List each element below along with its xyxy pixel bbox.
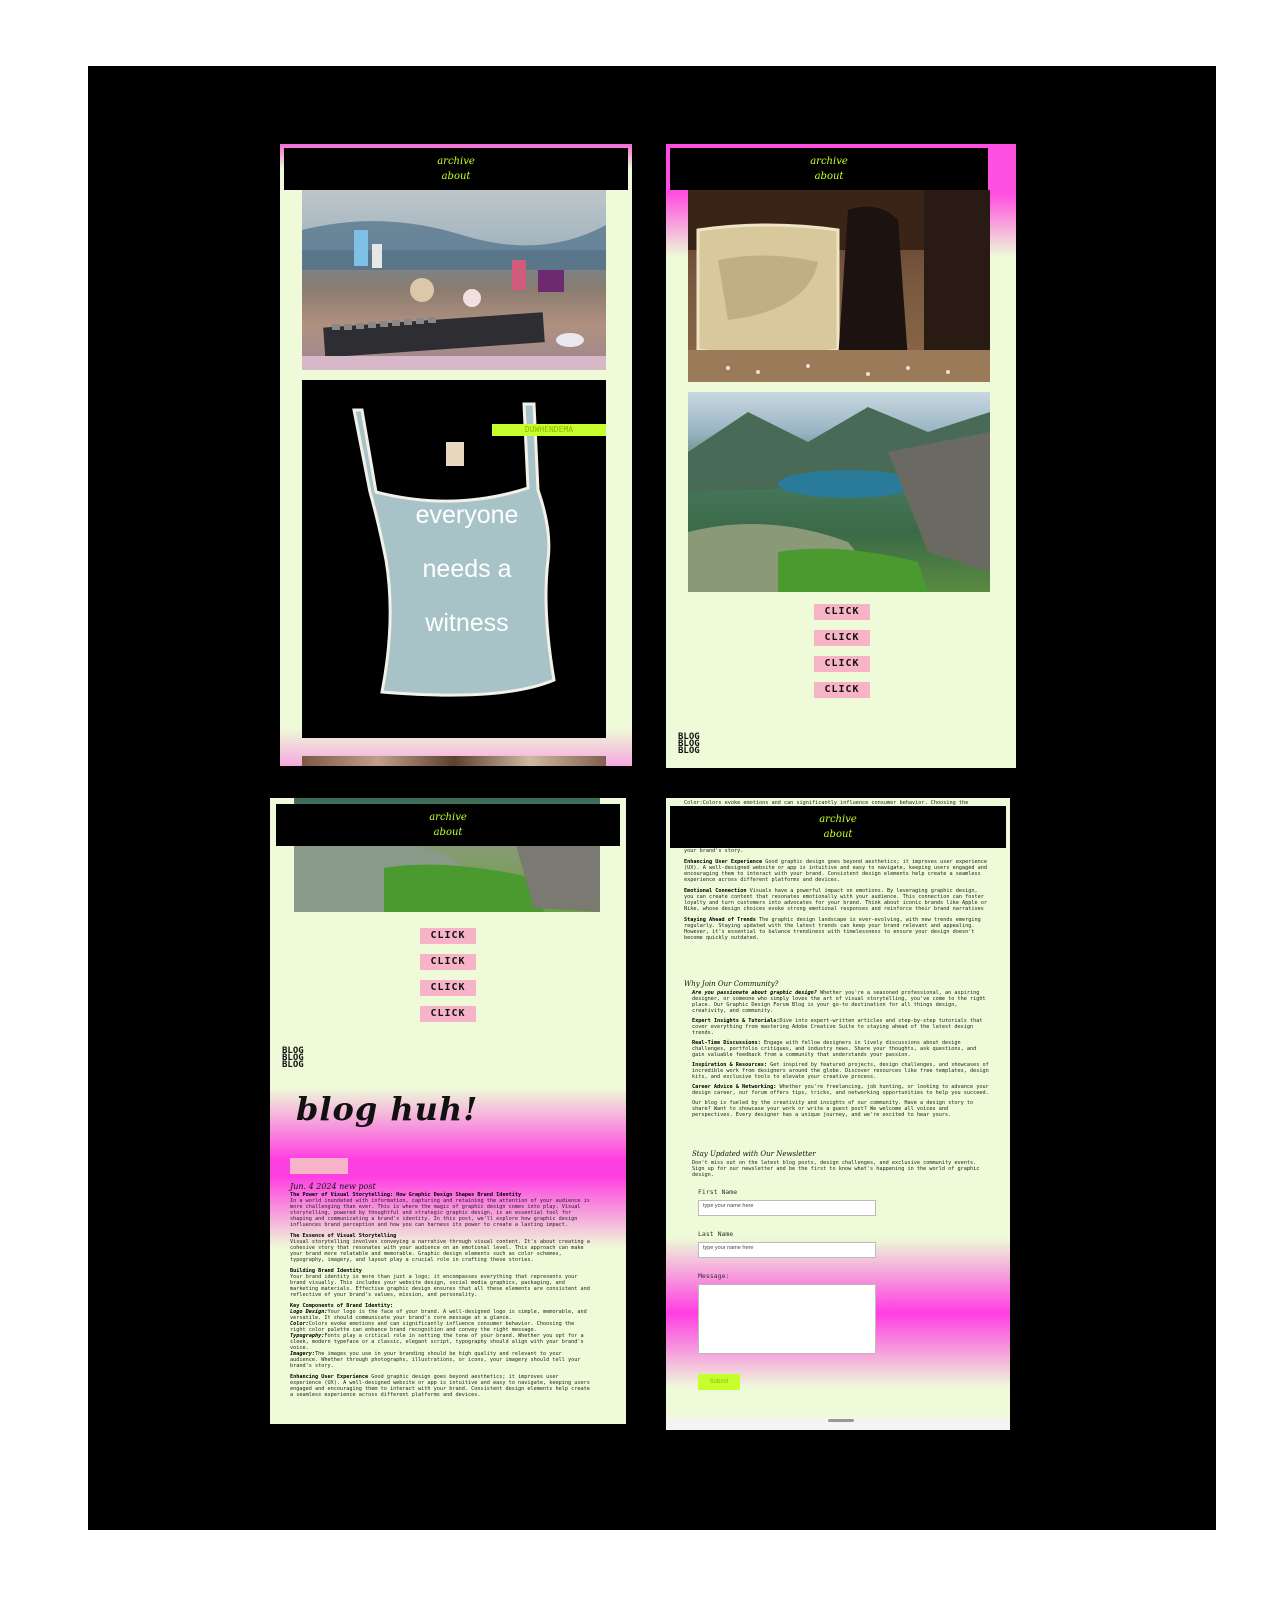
screenshot-panel-2: archive about CLICK CLICK CLICK CLICK BL… [666, 144, 1016, 768]
last-name-input[interactable]: type your name here [698, 1242, 876, 1258]
scroll-indicator[interactable] [828, 1419, 854, 1422]
top-nav: archive about [284, 148, 628, 190]
blog-stack-line: BLOG [282, 1060, 304, 1070]
nav-archive-link[interactable]: archive [670, 812, 1006, 827]
click-button-2[interactable]: CLICK [420, 954, 476, 970]
section-text: Your brand identity is more than just a … [290, 1274, 590, 1298]
nav-about-link[interactable]: about [276, 825, 620, 840]
screenshot-panel-1: archive about DUWHENDEMA everyone needs … [280, 144, 632, 766]
mountain-lake-photo [688, 392, 990, 592]
item-text: The images you use in your branding shou… [290, 1351, 581, 1369]
tank-tag-label: DUWHENDEMA [524, 425, 574, 434]
shirt-text-line-2: needs a [422, 555, 512, 583]
click-button-3[interactable]: CLICK [420, 980, 476, 996]
post-body: The Power of Visual Storytelling: How Gr… [290, 1192, 590, 1398]
first-name-label: First Name [698, 1188, 738, 1196]
nav-archive-link[interactable]: archive [670, 154, 988, 169]
post-intro: In a world inundated with information, c… [290, 1198, 590, 1228]
fueled-text: Our blog is fueled by the creativity and… [692, 1100, 974, 1118]
top-nav: archive about [276, 804, 620, 846]
message-textarea[interactable] [698, 1284, 876, 1354]
click-button-4[interactable]: CLICK [814, 682, 870, 698]
item-text: Fonts play a critical role in setting th… [290, 1333, 584, 1351]
why-join-heading: Why Join Our Community? [684, 980, 779, 988]
click-button-1[interactable]: CLICK [420, 928, 476, 944]
newsletter-heading: Stay Updated with Our Newsletter [692, 1150, 816, 1158]
bathtub-photo [688, 190, 990, 382]
story-line: your brand's story. [684, 848, 744, 854]
blog-stack-logo[interactable]: BLOG BLOG BLOG [282, 1047, 304, 1070]
submit-button[interactable]: Submit [698, 1374, 740, 1390]
nav-about-link[interactable]: about [670, 827, 1006, 842]
click-button-1[interactable]: CLICK [814, 604, 870, 620]
message-label: Message: [698, 1272, 730, 1280]
shirt-text-line-1: everyone [415, 501, 519, 529]
desk-clutter-photo [302, 190, 606, 370]
canvas-background [88, 66, 1216, 1530]
next-photo-edge [302, 756, 606, 766]
last-name-label: Last Name [698, 1230, 734, 1238]
screenshot-panel-4: Color:Colors evoke emotions and can sign… [666, 798, 1010, 1430]
click-button-4[interactable]: CLICK [420, 1006, 476, 1022]
article-text: your brand's story. Enhancing User Exper… [684, 848, 990, 941]
nav-archive-link[interactable]: archive [276, 810, 620, 825]
community-text: Are you passionate about graphic design?… [692, 990, 990, 1118]
tank-top-photo: DUWHENDEMA everyone needs a witness [302, 380, 606, 738]
newsletter-text: Don't miss out on the latest blog posts,… [692, 1160, 980, 1178]
blog-stack-logo[interactable]: BLOG BLOG BLOG [678, 733, 700, 756]
nav-archive-link[interactable]: archive [284, 154, 628, 169]
nav-about-link[interactable]: about [670, 169, 988, 184]
blog-stack-line: BLOG [678, 746, 700, 756]
click-button-3[interactable]: CLICK [814, 656, 870, 672]
section-text: Visual storytelling involves conveying a… [290, 1239, 590, 1263]
blog-heading: blog huh! [296, 1090, 479, 1128]
shirt-text-line-3: witness [425, 609, 509, 637]
post-date: Jun. 4 2024 new post [290, 1182, 376, 1191]
item-text: Colors evoke emotions and can significan… [290, 1321, 575, 1333]
click-button-2[interactable]: CLICK [814, 630, 870, 646]
first-name-input[interactable]: type your name here [698, 1200, 876, 1216]
top-nav: archive about [670, 806, 1006, 848]
screenshot-panel-3: archive about CLICK CLICK CLICK CLICK BL… [270, 798, 626, 1424]
item-text: Your logo is the face of your brand. A w… [290, 1309, 587, 1321]
top-nav: archive about [670, 148, 988, 190]
nav-about-link[interactable]: about [284, 169, 628, 184]
pink-tag-button[interactable] [290, 1158, 348, 1174]
